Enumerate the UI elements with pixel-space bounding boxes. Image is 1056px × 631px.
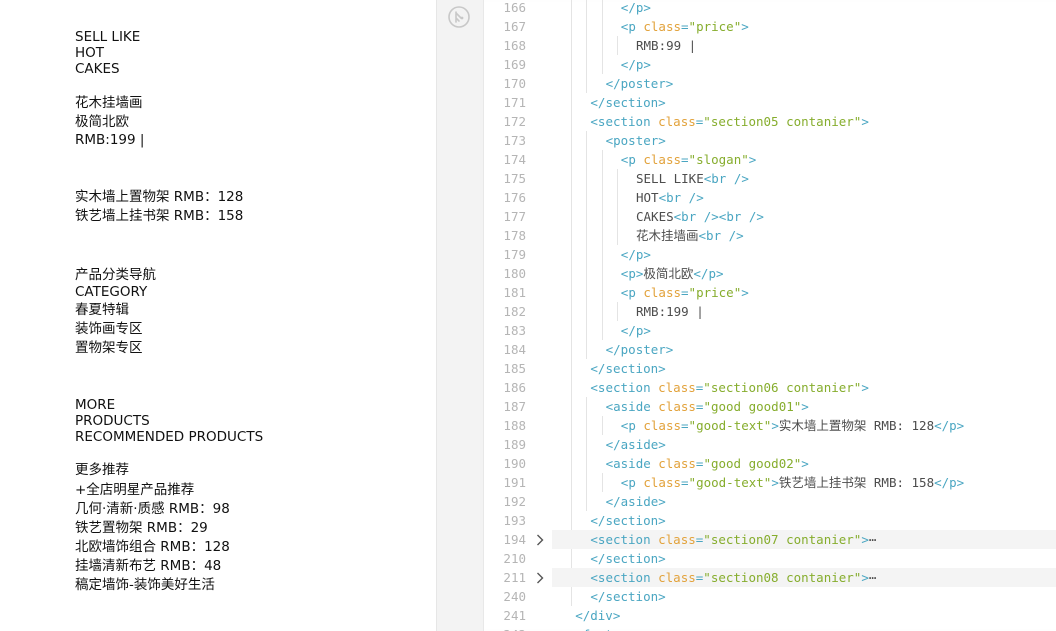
category-english: CATEGORY — [75, 284, 148, 300]
code-line[interactable]: </section> — [552, 93, 1056, 112]
line-number: 211 — [503, 570, 526, 585]
slogan-line-1: SELL LIKE — [75, 29, 141, 45]
line-number: 173 — [503, 133, 526, 148]
good-item-2: 铁艺墙上挂书架 RMB：158 — [75, 208, 244, 224]
line-number: 240 — [503, 589, 526, 604]
code-line[interactable]: <poster> — [552, 131, 1056, 150]
line-number: 177 — [503, 209, 526, 224]
more-english-3: RECOMMENDED PRODUCTS — [75, 429, 264, 445]
code-line[interactable]: <section class="section08 contanier">⋯ — [552, 568, 1056, 587]
code-line[interactable]: <section class="section05 contanier"> — [552, 112, 1056, 131]
code-line[interactable]: <p class="good-text">实木墙上置物架 RMB: 128</p… — [552, 416, 1056, 435]
poster-subtitle: 极简北欧 — [75, 114, 129, 130]
slogan-line-2: HOT — [75, 45, 105, 61]
line-number: 184 — [503, 342, 526, 357]
code-line[interactable]: </aside> — [552, 435, 1056, 454]
code-line[interactable]: </section> — [552, 587, 1056, 606]
category-title: 产品分类导航 — [75, 267, 156, 283]
line-number: 242 — [484, 625, 526, 631]
slogan-line-3: CAKES — [75, 61, 120, 77]
line-number: 210 — [503, 551, 526, 566]
code-line[interactable]: <p class="good-text">铁艺墙上挂书架 RMB: 158</p… — [552, 473, 1056, 492]
code-line[interactable]: <section class="section07 contanier">⋯ — [552, 530, 1056, 549]
code-line[interactable]: </section> — [552, 549, 1056, 568]
code-line[interactable]: <section class="section06 contanier"> — [552, 378, 1056, 397]
line-number: 167 — [503, 19, 526, 34]
line-number: 175 — [503, 171, 526, 186]
code-editor-pane: 166 </p> 167 <p class="price"> 168 RMB:99 | 16… — [436, 0, 1056, 631]
line-number: 181 — [503, 285, 526, 300]
category-link-2[interactable]: 装饰画专区 — [75, 321, 143, 337]
line-number: 192 — [503, 494, 526, 509]
more-subtitle: +全店明星产品推荐 — [75, 482, 195, 498]
product-item-4: 挂墙清新布艺 RMB：48 — [75, 558, 222, 574]
fold-chevron-icon[interactable] — [532, 568, 548, 587]
code-line[interactable]: <p class="price"> — [552, 17, 1056, 36]
code-line[interactable]: <p class="slogan"> — [552, 150, 1056, 169]
line-number: 179 — [503, 247, 526, 262]
code-line[interactable]: 花木挂墙画<br /> — [552, 226, 1056, 245]
line-number: 169 — [503, 57, 526, 72]
line-number: 187 — [503, 399, 526, 414]
line-number: 188 — [503, 418, 526, 433]
line-number: 168 — [503, 38, 526, 53]
code-line[interactable]: </poster> — [552, 74, 1056, 93]
line-number: 176 — [503, 190, 526, 205]
line-number: 194 — [503, 532, 526, 547]
poster-title: 花木挂墙画 — [75, 95, 143, 111]
gitlens-icon[interactable] — [448, 6, 470, 28]
good-item-1: 实木墙上置物架 RMB：128 — [75, 189, 244, 205]
code-line[interactable]: </section> — [552, 511, 1056, 530]
code-line[interactable]: </section> — [552, 359, 1056, 378]
code-line[interactable]: HOT<br /> — [552, 188, 1056, 207]
editor-activity-bar — [437, 0, 484, 631]
more-title: 更多推荐 — [75, 462, 129, 478]
line-number: 172 — [503, 114, 526, 129]
code-line[interactable]: <p>极简北欧</p> — [552, 264, 1056, 283]
line-number: 178 — [503, 228, 526, 243]
code-line[interactable]: RMB:199 | — [552, 302, 1056, 321]
line-number: 183 — [503, 323, 526, 338]
code-line[interactable]: <aside class="good good02"> — [552, 454, 1056, 473]
line-number: 193 — [503, 513, 526, 528]
code-line[interactable]: </p> — [552, 55, 1056, 74]
code-line[interactable]: SELL LIKE<br /> — [552, 169, 1056, 188]
code-line[interactable]: </div> — [552, 606, 1056, 625]
code-line[interactable]: RMB:99 | — [552, 36, 1056, 55]
more-english-2: PRODUCTS — [75, 413, 150, 429]
product-item-3: 北欧墙饰组合 RMB：128 — [75, 539, 230, 555]
product-item-1: 几何·清新·质感 RMB：98 — [75, 501, 230, 517]
code-line[interactable]: </p> — [552, 0, 1056, 17]
footer-text: 稿定墙饰-装饰美好生活 — [75, 577, 215, 593]
browser-preview-pane: SELL LIKE HOT CAKES 花木挂墙画 极简北欧 RMB:199 |… — [0, 0, 436, 631]
category-link-1[interactable]: 春夏特辑 — [75, 302, 129, 318]
product-item-2: 铁艺置物架 RMB：29 — [75, 520, 208, 536]
code-line[interactable]: </p> — [552, 245, 1056, 264]
line-number: 185 — [503, 361, 526, 376]
code-line[interactable]: <p class="price"> — [552, 283, 1056, 302]
line-number: 180 — [503, 266, 526, 281]
code-line[interactable]: <foot — [552, 625, 1056, 631]
fold-chevron-icon[interactable] — [532, 530, 548, 549]
more-english-1: MORE — [75, 397, 116, 413]
code-line[interactable]: </p> — [552, 321, 1056, 340]
line-number: 182 — [503, 304, 526, 319]
code-line[interactable]: </aside> — [552, 492, 1056, 511]
line-number: 174 — [503, 152, 526, 167]
line-number: 191 — [503, 475, 526, 490]
code-line[interactable]: <aside class="good good01"> — [552, 397, 1056, 416]
poster-price: RMB:199 | — [75, 132, 145, 148]
category-link-3[interactable]: 置物架专区 — [75, 340, 143, 356]
code-line[interactable]: CAKES<br /><br /> — [552, 207, 1056, 226]
line-number: 170 — [503, 76, 526, 91]
line-number: 190 — [503, 456, 526, 471]
code-line[interactable]: </poster> — [552, 340, 1056, 359]
line-number: 241 — [503, 608, 526, 623]
line-number: 171 — [503, 95, 526, 110]
line-number: 166 — [503, 0, 526, 15]
line-number: 189 — [503, 437, 526, 452]
line-number: 186 — [503, 380, 526, 395]
code-area[interactable]: 166 </p> 167 <p class="price"> 168 RMB:99 | 16… — [484, 0, 1056, 631]
